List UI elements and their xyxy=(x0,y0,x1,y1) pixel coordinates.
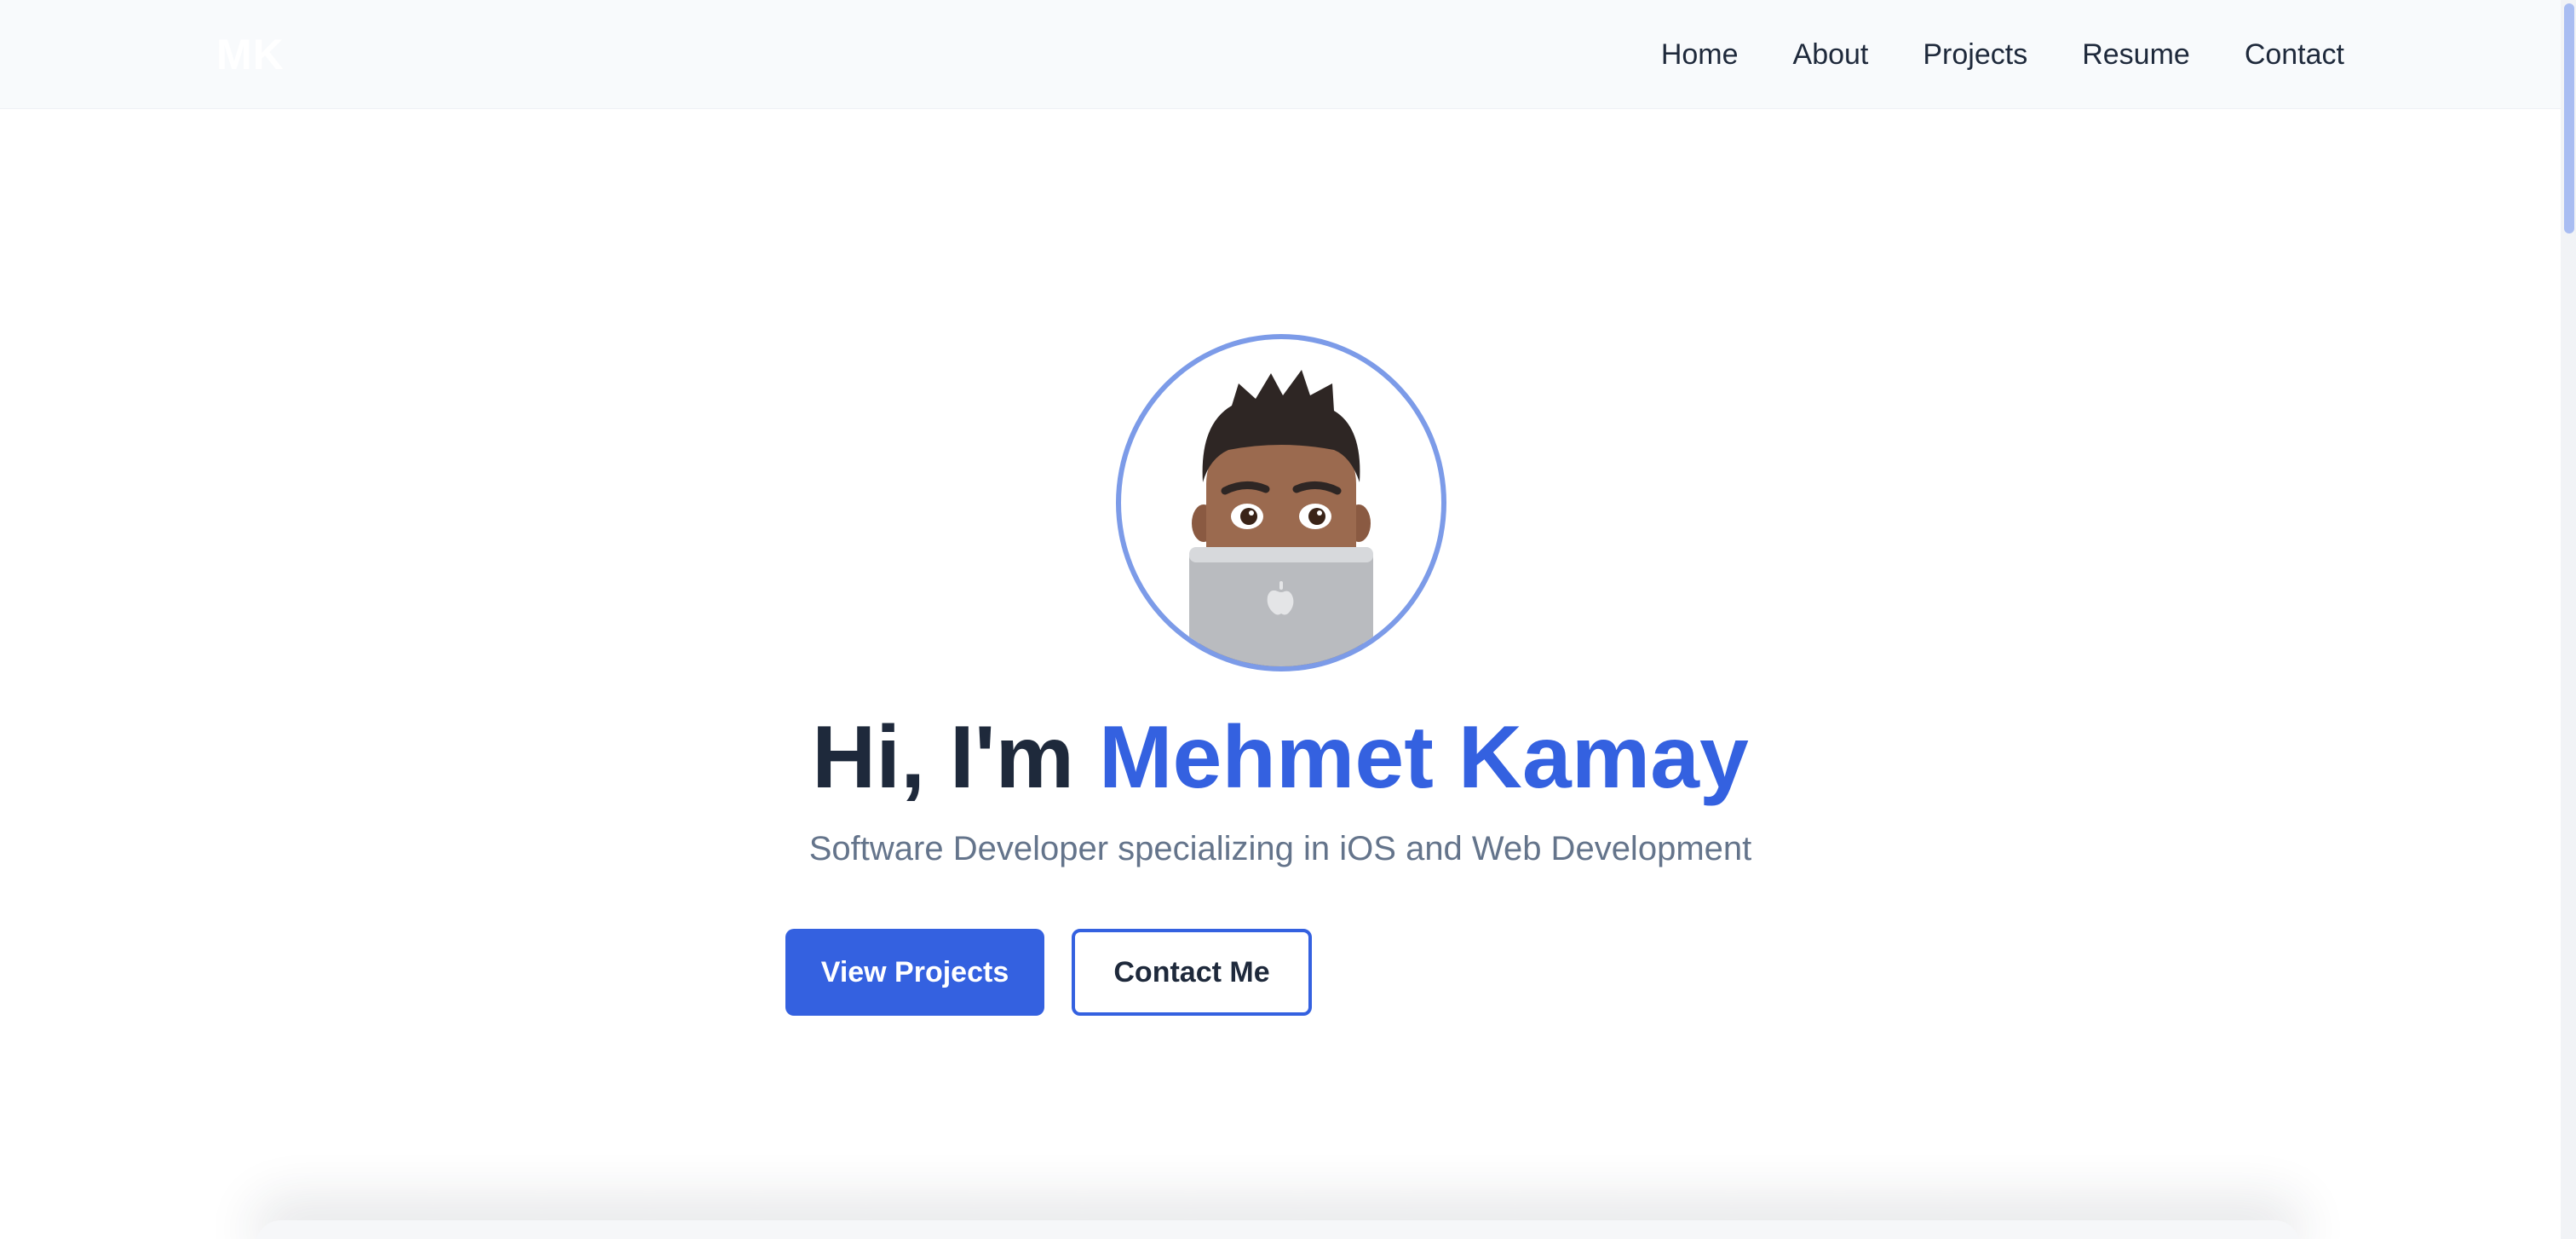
nav-link-home[interactable]: Home xyxy=(1661,37,1739,72)
page: MK Home About Projects Resume Contact Hi… xyxy=(0,0,2576,1239)
hero-title: Hi, I'm Mehmet Kamay xyxy=(0,706,2561,810)
nav-links: Home About Projects Resume Contact xyxy=(1661,0,2344,109)
nav-link-about[interactable]: About xyxy=(1793,37,1869,72)
hero-name: Mehmet Kamay xyxy=(1098,708,1749,807)
contact-me-button[interactable]: Contact Me xyxy=(1072,929,1312,1016)
hero-greeting: Hi, I'm xyxy=(812,708,1099,807)
site-logo[interactable]: MK xyxy=(216,31,285,78)
memoji-avatar-image xyxy=(1170,370,1392,666)
navbar: MK Home About Projects Resume Contact xyxy=(0,0,2561,109)
view-projects-button[interactable]: View Projects xyxy=(785,929,1044,1016)
scrollbar[interactable] xyxy=(2561,0,2576,1239)
next-section-card xyxy=(256,1220,2300,1239)
nav-link-resume[interactable]: Resume xyxy=(2082,37,2190,72)
nav-link-projects[interactable]: Projects xyxy=(1923,37,2027,72)
nav-link-contact[interactable]: Contact xyxy=(2245,37,2344,72)
hero-subtitle: Software Developer specializing in iOS a… xyxy=(808,830,1752,867)
avatar xyxy=(1116,334,1446,671)
scrollbar-thumb[interactable] xyxy=(2564,3,2574,233)
